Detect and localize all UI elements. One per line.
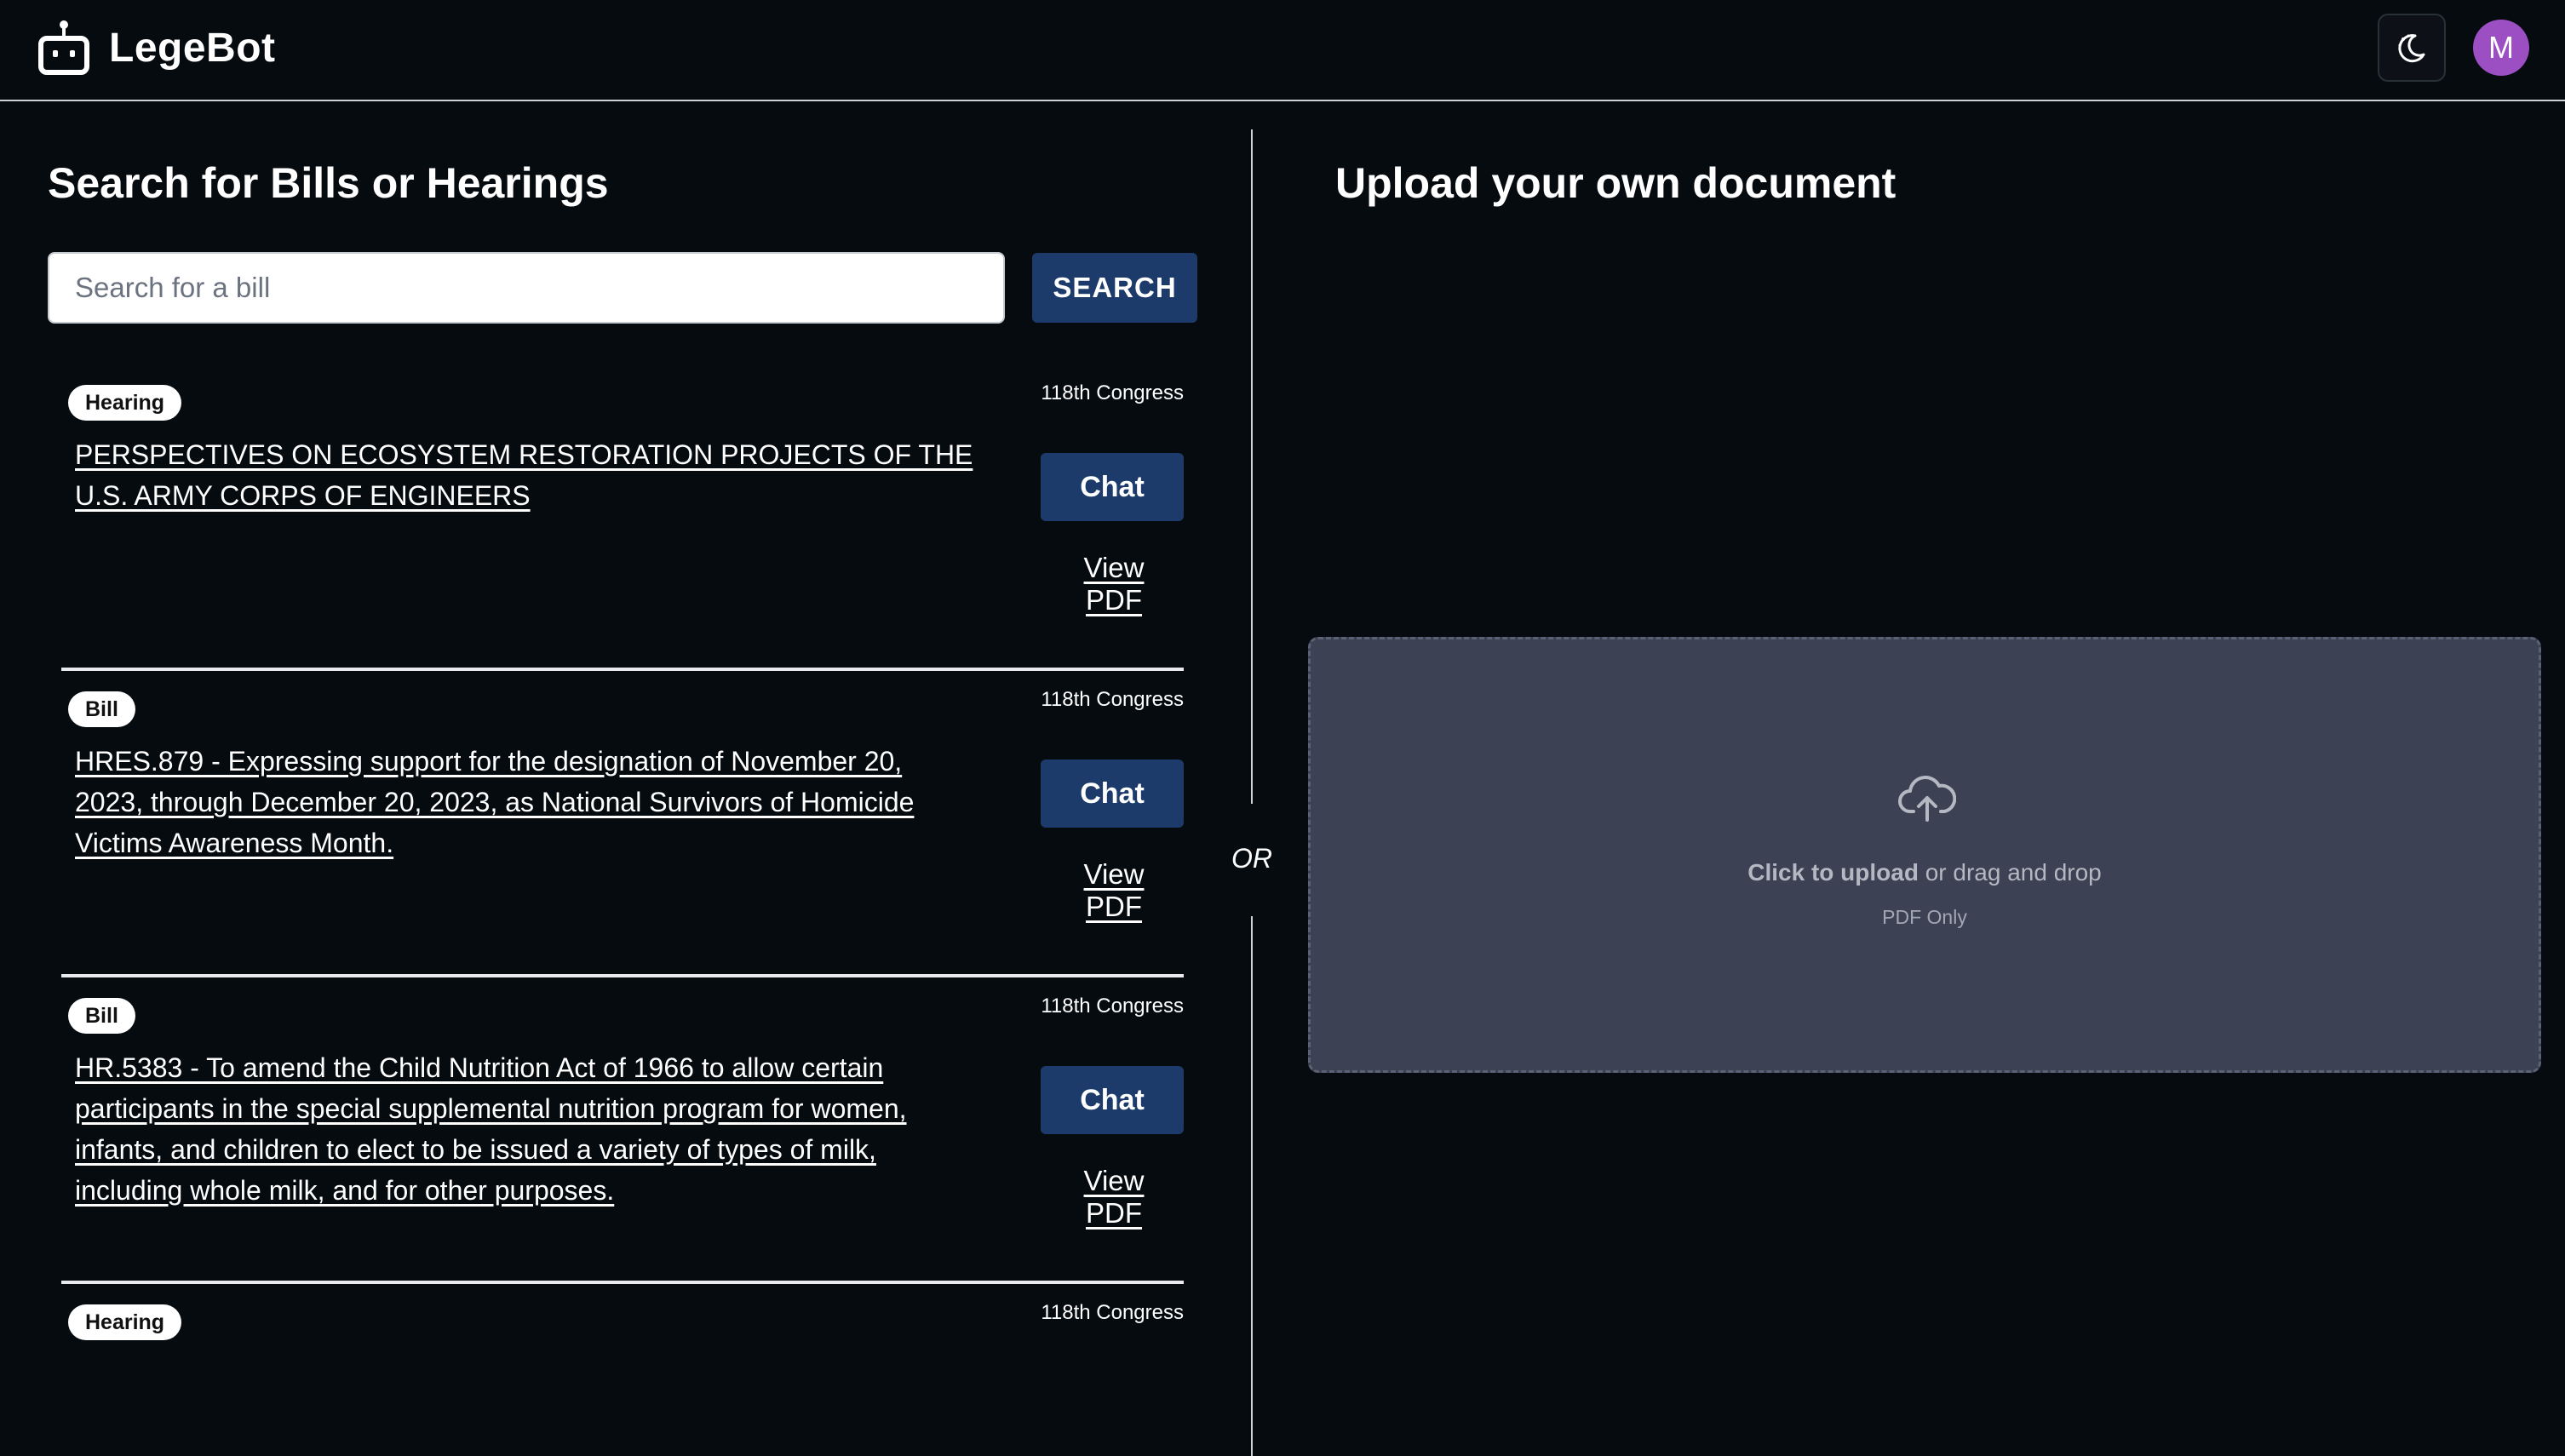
theme-toggle-button[interactable] bbox=[2378, 14, 2446, 82]
result-divider bbox=[61, 974, 1184, 977]
cloud-upload-icon bbox=[1898, 776, 1956, 822]
upload-instruction: Click to upload or drag and drop bbox=[1311, 859, 2539, 886]
view-pdf-link[interactable]: View PDF bbox=[1054, 858, 1173, 923]
type-badge: Bill bbox=[68, 691, 135, 727]
app-name: LegeBot bbox=[109, 25, 276, 71]
result-title-link[interactable]: HRES.879 - Expressing support for the de… bbox=[75, 741, 978, 863]
drag-drop-text: or drag and drop bbox=[1918, 859, 2102, 886]
result-title-link[interactable]: HR.5383 - To amend the Child Nutrition A… bbox=[75, 1047, 978, 1211]
upload-dropzone[interactable]: Click to upload or drag and drop PDF Onl… bbox=[1308, 637, 2541, 1073]
result-item: Hearing 118th Congress PERSPECTIVES ON E… bbox=[61, 381, 1184, 662]
search-button[interactable]: SEARCH bbox=[1032, 253, 1197, 323]
brand-logo[interactable]: LegeBot bbox=[37, 12, 276, 83]
result-divider bbox=[61, 668, 1184, 671]
result-item: Bill 118th Congress HRES.879 - Expressin… bbox=[61, 688, 1184, 969]
congress-label: 118th Congress bbox=[1041, 1301, 1184, 1324]
search-section-title: Search for Bills or Hearings bbox=[48, 159, 609, 207]
or-separator-label: OR bbox=[1231, 843, 1272, 874]
view-pdf-link[interactable]: View PDF bbox=[1054, 552, 1173, 616]
result-item: Hearing 118th Congress bbox=[61, 1301, 1184, 1403]
congress-label: 118th Congress bbox=[1041, 995, 1184, 1017]
result-item: Bill 118th Congress HR.5383 - To amend t… bbox=[61, 995, 1184, 1275]
file-type-hint: PDF Only bbox=[1882, 906, 1967, 928]
search-input[interactable] bbox=[48, 252, 1005, 324]
panel-separator-line bbox=[1251, 916, 1253, 1456]
robot-icon bbox=[38, 20, 89, 75]
upload-section-title: Upload your own document bbox=[1335, 159, 1896, 207]
type-badge: Hearing bbox=[68, 1304, 182, 1340]
chat-button[interactable]: Chat bbox=[1041, 760, 1184, 828]
panel-separator-line bbox=[1251, 129, 1253, 804]
chat-button[interactable]: Chat bbox=[1041, 1066, 1184, 1134]
congress-label: 118th Congress bbox=[1041, 381, 1184, 404]
top-navigation-bar: LegeBot M bbox=[0, 0, 2565, 101]
chat-button[interactable]: Chat bbox=[1041, 453, 1184, 521]
result-title-link[interactable]: PERSPECTIVES ON ECOSYSTEM RESTORATION PR… bbox=[75, 434, 978, 516]
type-badge: Hearing bbox=[68, 385, 182, 421]
user-avatar[interactable]: M bbox=[2473, 20, 2529, 76]
type-badge: Bill bbox=[68, 998, 135, 1034]
moon-icon bbox=[2398, 34, 2425, 63]
result-divider bbox=[61, 1281, 1184, 1284]
click-to-upload-text[interactable]: Click to upload bbox=[1747, 859, 1919, 886]
congress-label: 118th Congress bbox=[1041, 688, 1184, 711]
view-pdf-link[interactable]: View PDF bbox=[1054, 1165, 1173, 1230]
